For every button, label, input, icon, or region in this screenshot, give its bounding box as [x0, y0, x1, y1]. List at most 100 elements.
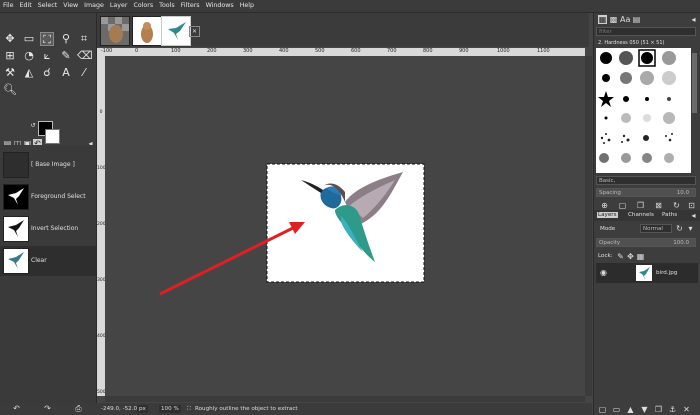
- layer-row[interactable]: ◉ bird.jpg: [596, 263, 698, 283]
- ruler-label: 100: [97, 166, 106, 171]
- brush-scrollbar[interactable]: [692, 53, 697, 113]
- paint-mode-icon[interactable]: ⊕: [600, 201, 609, 210]
- zoom-select[interactable]: 100 %: [159, 405, 181, 413]
- zoom-icon[interactable]: 🔍︎: [3, 83, 17, 97]
- delete-layer-icon[interactable]: ✕: [682, 405, 691, 414]
- opacity-field[interactable]: Opacity 100.0: [596, 238, 696, 247]
- ruler-label: 400: [97, 334, 106, 339]
- history-item[interactable]: Clear: [0, 246, 96, 276]
- clone-icon[interactable]: ⚒: [3, 66, 17, 80]
- menu-help[interactable]: Help: [237, 0, 257, 12]
- lock-pixels-icon[interactable]: ✎: [616, 252, 625, 261]
- configure-tab-icon[interactable]: ◂: [689, 15, 698, 24]
- composite-mode-icon[interactable]: ▾: [686, 224, 695, 233]
- lower-layer-icon[interactable]: ▼: [640, 405, 649, 414]
- menu-select[interactable]: Select: [35, 0, 60, 12]
- ruler-label: 500: [97, 390, 106, 395]
- color-picker-icon[interactable]: ⁄: [77, 66, 91, 80]
- history-item[interactable]: Foreground Select: [0, 182, 96, 212]
- duplicate-brush-icon[interactable]: ❐: [636, 201, 645, 210]
- history-item[interactable]: Invert Selection: [0, 214, 96, 244]
- menu-layer[interactable]: Layer: [107, 0, 131, 12]
- image-tab-2[interactable]: [132, 16, 162, 46]
- menu-colors[interactable]: Colors: [130, 0, 156, 12]
- foreground-select-icon[interactable]: ⛶: [40, 32, 54, 46]
- background-color[interactable]: [45, 129, 60, 144]
- status-message: Roughly outline the object to extract: [195, 406, 298, 412]
- refresh-brushes-icon[interactable]: ↻: [672, 201, 681, 210]
- image-tab-1[interactable]: [100, 16, 130, 46]
- patterns-tab-icon[interactable]: ▩: [609, 15, 618, 24]
- open-brush-icon[interactable]: ⊡: [687, 201, 696, 210]
- eraser-icon[interactable]: ⌫: [77, 49, 93, 63]
- image-canvas[interactable]: [105, 56, 585, 396]
- paintbrush-icon[interactable]: ✎: [59, 49, 73, 63]
- warp-icon[interactable]: ◔: [22, 49, 36, 63]
- configure-tab-icon[interactable]: ◂: [689, 211, 698, 220]
- menu-file[interactable]: File: [0, 0, 17, 12]
- paths-icon[interactable]: ⟀: [40, 49, 54, 63]
- pointer-coords: -249.0, -52.0: [101, 406, 138, 412]
- ruler-label: 100: [171, 48, 181, 54]
- smudge-icon[interactable]: ☌: [40, 66, 54, 80]
- menu-view[interactable]: View: [60, 0, 81, 12]
- unit-select[interactable]: px: [137, 405, 148, 413]
- new-layer-group-icon[interactable]: ▭: [612, 405, 621, 414]
- tab-paths[interactable]: Paths: [662, 212, 677, 218]
- tab-layers[interactable]: Layers: [597, 212, 618, 218]
- ruler-label: 500: [315, 48, 325, 54]
- brush-preset-select[interactable]: Basic,: [596, 176, 696, 185]
- raise-layer-icon[interactable]: ▲: [626, 405, 635, 414]
- brush-filter-input[interactable]: filter: [596, 27, 696, 36]
- mode-label: Mode: [600, 226, 616, 232]
- move-tool-icon[interactable]: ✥: [3, 32, 17, 46]
- history-item[interactable]: [ Base Image ]: [0, 150, 96, 180]
- ruler-label: 600: [351, 48, 361, 54]
- rect-select-icon[interactable]: ▭: [22, 32, 36, 46]
- delete-brush-icon[interactable]: ⊠: [654, 201, 663, 210]
- spacing-field[interactable]: Spacing 10.0: [596, 188, 696, 197]
- fuzzy-select-icon[interactable]: ⚲: [59, 32, 73, 46]
- layer-mode-reset-icon[interactable]: ↻: [675, 224, 684, 233]
- mode-select[interactable]: Normal: [640, 224, 672, 233]
- new-brush-icon[interactable]: ▢: [618, 201, 627, 210]
- history-thumbnail: [3, 184, 29, 210]
- history-label: Foreground Select: [31, 193, 86, 200]
- fonts-tab-icon[interactable]: Aa: [620, 15, 630, 24]
- opacity-label: Opacity: [599, 240, 621, 246]
- tab-channels[interactable]: Channels: [628, 212, 654, 218]
- menu-windows[interactable]: Windows: [203, 0, 237, 12]
- menu-image[interactable]: Image: [81, 0, 107, 12]
- image-tab-3[interactable]: [161, 16, 191, 46]
- visibility-eye-icon[interactable]: ◉: [599, 268, 608, 277]
- bucket-fill-icon[interactable]: ◭: [22, 66, 36, 80]
- crop-icon[interactable]: ⌗: [77, 32, 91, 46]
- swap-colors-icon[interactable]: ↺: [30, 123, 36, 129]
- brushes-tab-icon[interactable]: ▦: [598, 15, 607, 24]
- brush-grid[interactable]: [596, 48, 691, 173]
- redo-icon[interactable]: ↷: [43, 404, 52, 413]
- horizontal-scrollbar[interactable]: [105, 396, 585, 402]
- new-layer-icon[interactable]: ▢: [598, 405, 607, 414]
- text-tool-icon[interactable]: A: [59, 66, 73, 80]
- canvas-image: [159, 163, 425, 296]
- spacing-value: 10.0: [676, 190, 689, 196]
- close-tab-icon[interactable]: ✕: [189, 26, 200, 37]
- opacity-value: 100.0: [673, 240, 689, 246]
- unified-transform-icon[interactable]: ⊞: [3, 49, 17, 63]
- menu-tools[interactable]: Tools: [156, 0, 178, 12]
- anchor-layer-icon[interactable]: ⚓︎: [668, 405, 677, 414]
- ruler-label: 1000: [497, 48, 510, 54]
- document-history-tab-icon[interactable]: ▤: [632, 15, 641, 24]
- clear-history-icon[interactable]: ⎙: [74, 404, 83, 413]
- lock-position-icon[interactable]: ✥: [626, 252, 635, 261]
- lock-alpha-icon[interactable]: ▦: [636, 252, 645, 261]
- duplicate-layer-icon[interactable]: ❐: [654, 405, 663, 414]
- history-label: Invert Selection: [31, 225, 79, 232]
- menu-edit[interactable]: Edit: [17, 0, 35, 12]
- history-label: Clear: [31, 257, 47, 264]
- menu-filters[interactable]: Filters: [178, 0, 203, 12]
- undo-icon[interactable]: ↶: [12, 404, 21, 413]
- vertical-scrollbar[interactable]: [585, 56, 592, 396]
- layer-thumbnail: [636, 265, 652, 281]
